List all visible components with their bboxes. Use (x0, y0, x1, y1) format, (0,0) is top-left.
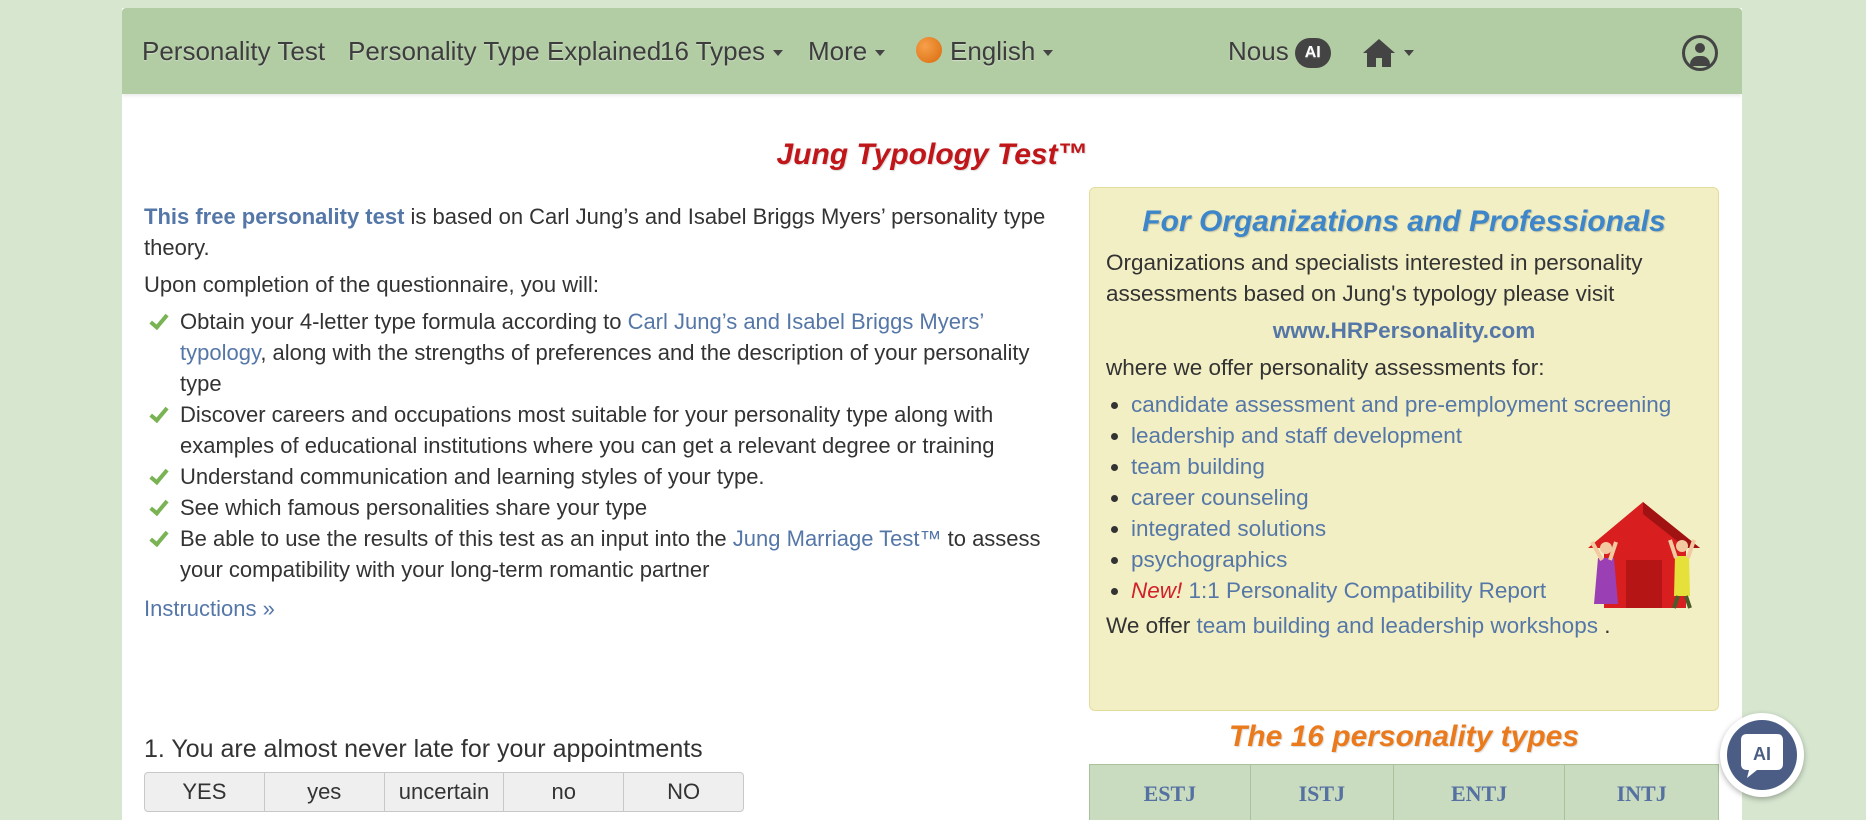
answer-strong-yes-button[interactable]: YES (145, 773, 265, 811)
assessment-link[interactable]: leadership and staff development (1131, 423, 1462, 448)
nav-language[interactable]: English (916, 8, 1053, 94)
benefit-text: Discover careers and occupations most su… (180, 402, 995, 458)
answer-strong-no-button[interactable]: NO (624, 773, 743, 811)
nav-nous-label: Nous (1228, 36, 1289, 66)
list-item: candidate assessment and pre-employment … (1131, 389, 1702, 420)
organizations-box: For Organizations and Professionals Orga… (1089, 187, 1719, 711)
benefit-text: Understand communication and learning st… (180, 464, 765, 489)
list-item: See which famous personalities share you… (144, 492, 1064, 523)
checkmark-icon (149, 465, 168, 485)
assessment-link[interactable]: candidate assessment and pre-employment … (1131, 392, 1671, 417)
type-cell[interactable]: ISTJ (1250, 765, 1393, 820)
ai-assistant-button[interactable]: AI (1720, 713, 1804, 797)
marriage-test-link[interactable]: Jung Marriage Test™ (733, 526, 942, 551)
benefit-text: See which famous personalities share you… (180, 495, 647, 520)
workshops-text-end: . (1598, 613, 1611, 638)
assessment-link[interactable]: career counseling (1131, 485, 1309, 510)
nav-personality-type-explained[interactable]: Personality Type Explained (348, 8, 661, 94)
nav-brand[interactable]: Personality Test (142, 8, 325, 94)
org-text: Organizations and specialists interested… (1106, 247, 1702, 309)
workshops-text: We offer (1106, 613, 1196, 638)
nav-nous[interactable]: NousAI (1228, 8, 1331, 94)
hr-link-wrapper: www.HRPersonality.com (1106, 315, 1702, 346)
ai-chat-icon: AI (1727, 720, 1797, 790)
workshops-link[interactable]: team building and leadership workshops (1196, 613, 1598, 638)
assessment-link[interactable]: integrated solutions (1131, 516, 1326, 541)
chevron-down-icon (1043, 50, 1053, 56)
list-item: Understand communication and learning st… (144, 461, 1064, 492)
list-item: Discover careers and occupations most su… (144, 399, 1064, 461)
answer-group: YES yes uncertain no NO (144, 772, 744, 812)
globe-icon (916, 37, 942, 63)
list-item: leadership and staff development (1131, 420, 1702, 451)
checkmark-icon (149, 403, 168, 423)
table-row: ESTJ ISTJ ENTJ INTJ (1090, 765, 1719, 820)
list-item: Be able to use the results of this test … (144, 523, 1064, 585)
instructions-link[interactable]: Instructions » (144, 593, 275, 624)
house-illustration (1584, 500, 1702, 610)
org-text-offer: where we offer personality assessments f… (1106, 352, 1702, 383)
nav-16-types[interactable]: 16 Types (660, 8, 783, 94)
benefit-text: , along with the strengths of preference… (180, 340, 1030, 396)
chevron-down-icon (773, 50, 783, 56)
workshops-paragraph: We offer team building and leadership wo… (1106, 610, 1702, 641)
checkmark-icon (149, 310, 168, 330)
completion-text: Upon completion of the questionnaire, yo… (144, 269, 1064, 300)
ai-chat-icon: AI (1295, 38, 1331, 68)
intro-paragraph: This free personality test is based on C… (144, 201, 1064, 263)
checkmark-icon (149, 496, 168, 516)
nav-account[interactable] (1682, 8, 1718, 94)
question-text: 1. You are almost never late for your ap… (144, 735, 703, 764)
compatibility-report-link[interactable]: 1:1 Personality Compatibility Report (1182, 578, 1546, 603)
answer-yes-button[interactable]: yes (265, 773, 385, 811)
type-cell[interactable]: ESTJ (1090, 765, 1251, 820)
org-title: For Organizations and Professionals (1106, 206, 1702, 237)
nav-language-label: English (950, 36, 1035, 66)
checkmark-icon (149, 527, 168, 547)
type-cell[interactable]: INTJ (1565, 765, 1719, 820)
nav-home-menu[interactable] (1362, 8, 1414, 94)
list-item: team building (1131, 451, 1702, 482)
nav-more[interactable]: More (808, 8, 885, 94)
types-table: ESTJ ISTJ ENTJ INTJ (1089, 764, 1719, 820)
nav-16-types-label: 16 Types (660, 36, 765, 66)
hrpersonality-link[interactable]: www.HRPersonality.com (1273, 318, 1536, 343)
user-icon (1682, 35, 1718, 71)
nav-more-label: More (808, 36, 867, 66)
new-badge: New! (1131, 578, 1182, 603)
chat-bubble-icon: AI (1727, 720, 1797, 790)
type-cell[interactable]: ENTJ (1393, 765, 1564, 820)
assessment-link[interactable]: psychographics (1131, 547, 1287, 572)
chevron-down-icon (875, 50, 885, 56)
benefits-list: Obtain your 4-letter type formula accord… (144, 306, 1064, 585)
free-test-link[interactable]: This free personality test (144, 204, 404, 229)
chevron-down-icon (1404, 50, 1414, 56)
answer-uncertain-button[interactable]: uncertain (385, 773, 505, 811)
assessment-link[interactable]: team building (1131, 454, 1265, 479)
types-title: The 16 personality types (1089, 720, 1719, 754)
navbar: Personality Test Personality Type Explai… (122, 8, 1742, 94)
page-title: Jung Typology Test™ (122, 138, 1742, 172)
home-icon (1362, 37, 1396, 69)
list-item: Obtain your 4-letter type formula accord… (144, 306, 1064, 399)
page: Personality Test Personality Type Explai… (122, 8, 1742, 820)
benefit-text: Be able to use the results of this test … (180, 526, 733, 551)
benefit-text: Obtain your 4-letter type formula accord… (180, 309, 628, 334)
intro-section: This free personality test is based on C… (144, 201, 1064, 624)
answer-no-button[interactable]: no (504, 773, 624, 811)
ai-fab-label: AI (1753, 744, 1771, 764)
